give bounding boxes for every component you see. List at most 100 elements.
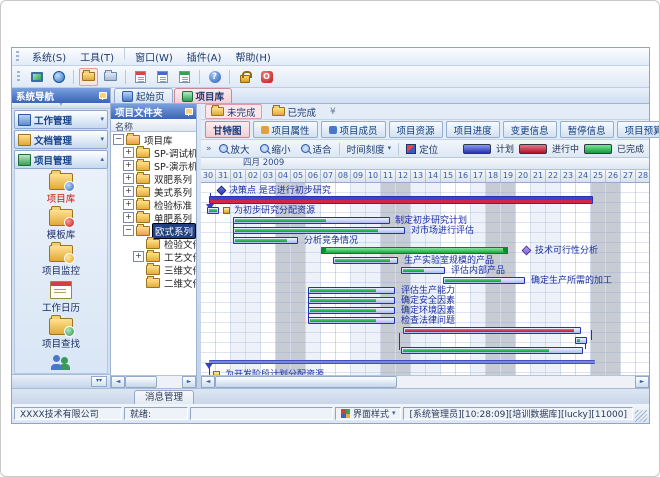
zoom-in-button[interactable]: 放大: [216, 141, 253, 157]
task-bar[interactable]: [308, 287, 395, 294]
tree-expander-icon[interactable]: −: [113, 134, 124, 145]
folder-alt-icon-button[interactable]: [101, 68, 120, 86]
summary-line-bar[interactable]: [209, 360, 595, 364]
menu-item-4[interactable]: 插件(A): [180, 48, 229, 65]
scroll-left-icon[interactable]: ◄: [201, 376, 215, 388]
display-icon-button[interactable]: [27, 68, 46, 86]
nav-group-1[interactable]: 工作管理▾: [14, 110, 108, 129]
nav-item-任务查找[interactable]: 任务查找: [42, 354, 80, 374]
tree-column-header[interactable]: 名称: [111, 119, 196, 132]
task-bar[interactable]: [403, 327, 581, 334]
filter-extra-icon[interactable]: ¥: [330, 107, 336, 117]
task-bar[interactable]: [308, 317, 395, 324]
task-bar[interactable]: [233, 227, 405, 234]
ui-style-button[interactable]: 界面样式 ▾: [335, 407, 401, 420]
gantt-tab-变更信息[interactable]: 变更信息: [503, 121, 557, 138]
help-icon-button[interactable]: ?: [205, 68, 224, 86]
nav-item-项目监控[interactable]: 项目监控: [42, 245, 80, 277]
tree-expander-icon[interactable]: +: [133, 251, 144, 262]
scroll-right-icon[interactable]: ►: [182, 376, 196, 388]
report-green-icon-button[interactable]: [175, 68, 194, 86]
open-folder-icon-button[interactable]: [79, 68, 98, 86]
tree-hscrollbar[interactable]: ◄ ►: [111, 375, 196, 388]
tree-item-SP-演示机系[interactable]: +SP-演示机系: [111, 159, 196, 172]
scroll-thumb[interactable]: [215, 376, 397, 388]
scroll-left-icon[interactable]: ◄: [111, 376, 125, 388]
gantt-tab-项目成员[interactable]: 项目成员: [321, 121, 386, 138]
toolbar-overflow-icon[interactable]: »: [206, 144, 212, 154]
task-marker-icon[interactable]: [213, 371, 220, 375]
stop-icon-button[interactable]: O: [257, 68, 276, 86]
nav-group-2[interactable]: 文档管理▾: [14, 130, 108, 149]
task-bar[interactable]: [308, 307, 395, 314]
pin-icon[interactable]: [98, 92, 106, 100]
report-red-icon-button[interactable]: [131, 68, 150, 86]
tree-expander-icon[interactable]: +: [123, 199, 134, 210]
task-bar[interactable]: [443, 277, 525, 284]
menubar-grip[interactable]: [16, 51, 19, 62]
gantt-chart-area[interactable]: 决策点 是否进行初步研究为初步研究分配资源制定初步研究计划对市场进行评估分析竞争…: [201, 183, 649, 375]
globe-icon-button[interactable]: [49, 68, 68, 86]
scroll-thumb[interactable]: [125, 376, 157, 388]
task-bar[interactable]: [233, 217, 390, 224]
nav-overflow-button[interactable]: ▾▾: [91, 376, 107, 387]
tree-item-工艺文件[interactable]: +工艺文件: [111, 250, 196, 263]
tab-起始页[interactable]: 起始页: [114, 88, 173, 103]
tree-expander-icon[interactable]: +: [123, 160, 134, 171]
tree-item-SP-调试机系[interactable]: +SP-调试机系: [111, 146, 196, 159]
nav-item-项目库[interactable]: 项目库: [47, 173, 76, 205]
tab-message-management[interactable]: 消息管理: [134, 390, 194, 404]
gantt-tab-项目资源[interactable]: 项目资源: [389, 121, 443, 138]
gantt-tab-暂停信息[interactable]: 暂停信息: [560, 121, 614, 138]
menu-item-1[interactable]: 系统(S): [25, 48, 73, 65]
timescale-button[interactable]: 时间刻度 ▾: [344, 141, 395, 157]
fit-button[interactable]: 适合: [298, 141, 335, 157]
task-bar[interactable]: [575, 337, 587, 344]
menu-item-2[interactable]: 工具(T): [73, 48, 121, 65]
tree-item-二维文件[interactable]: 二维文件: [111, 276, 196, 289]
pin-icon[interactable]: [184, 108, 192, 116]
gantt-tab-项目预算[interactable]: 项目预算: [617, 121, 660, 138]
summary-bar-inprogress[interactable]: [209, 196, 593, 204]
filter-已完成[interactable]: 已完成: [266, 104, 323, 119]
tree-expander-icon[interactable]: −: [123, 225, 134, 236]
tree-item-检验标准[interactable]: +检验标准: [111, 198, 196, 211]
tree-expander-icon[interactable]: +: [123, 147, 134, 158]
tab-项目库[interactable]: 项目库: [174, 88, 233, 103]
task-bar[interactable]: [401, 267, 445, 274]
task-bar[interactable]: [333, 257, 398, 264]
task-bar[interactable]: [308, 297, 395, 304]
resize-grip-icon[interactable]: [635, 410, 647, 422]
scroll-right-icon[interactable]: ►: [635, 376, 649, 388]
gantt-tab-项目进度[interactable]: 项目进度: [446, 121, 500, 138]
menu-item-3[interactable]: 窗口(W): [128, 48, 180, 65]
gantt-tab-甘特图[interactable]: 甘特图: [205, 121, 250, 138]
task-bar[interactable]: [207, 207, 219, 214]
nav-item-工作日历[interactable]: 工作日历: [42, 281, 80, 314]
tree-item-三维文件[interactable]: 三维文件: [111, 263, 196, 276]
toolbar-grip[interactable]: [17, 71, 20, 82]
filter-未完成[interactable]: 未完成: [205, 104, 262, 119]
summary-bar-complete[interactable]: [321, 247, 508, 254]
zoom-out-button[interactable]: 缩小: [257, 141, 294, 157]
tree-expander-icon[interactable]: +: [123, 173, 134, 184]
nav-item-项目查找[interactable]: 项目查找: [42, 318, 80, 350]
gantt-tab-项目属性[interactable]: 项目属性: [253, 121, 318, 138]
tree-item-欧式系列[interactable]: −欧式系列: [111, 224, 196, 237]
nav-group-3[interactable]: 项目管理▴: [14, 150, 108, 169]
task-bar[interactable]: [401, 347, 583, 354]
tree-item-美式系列[interactable]: +美式系列: [111, 185, 196, 198]
report-blue-icon-button[interactable]: [153, 68, 172, 86]
task-bar[interactable]: [233, 237, 298, 244]
gantt-hscrollbar[interactable]: ◄ ►: [201, 375, 649, 388]
lock-icon-button[interactable]: [235, 68, 254, 86]
tree-item-检验文件[interactable]: 检验文件: [111, 237, 196, 250]
tree-item-项目库[interactable]: −项目库: [111, 133, 196, 146]
locate-button[interactable]: 定位: [403, 141, 441, 157]
toolbar-separator: [229, 70, 230, 84]
tree-expander-icon[interactable]: +: [123, 212, 134, 223]
nav-item-模板库[interactable]: 模板库: [47, 209, 76, 241]
tree-item-双肥系列[interactable]: +双肥系列: [111, 172, 196, 185]
tree-expander-icon[interactable]: +: [123, 186, 134, 197]
menu-item-5[interactable]: 帮助(H): [228, 48, 277, 65]
